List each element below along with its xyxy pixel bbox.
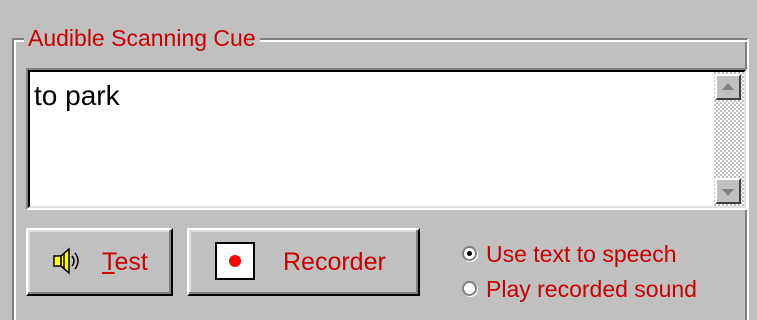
test-button-label: Test <box>102 248 148 277</box>
group-title: Audible Scanning Cue <box>24 22 260 54</box>
cue-text-area-inner: to park <box>28 70 746 208</box>
option-recorded-sound-label: Play recorded sound <box>486 276 697 302</box>
record-icon <box>215 242 255 280</box>
audible-scanning-cue-panel: Audible Scanning Cue to park Test Record… <box>0 0 757 320</box>
arrow-down-icon <box>722 189 734 196</box>
radio-selected-dot <box>467 251 472 256</box>
scroll-down-button[interactable] <box>715 178 741 204</box>
radio-recorded-sound[interactable] <box>462 281 477 296</box>
record-dot <box>229 255 241 267</box>
option-text-to-speech-label: Use text to speech <box>486 241 677 267</box>
radio-text-to-speech[interactable] <box>462 246 477 261</box>
test-button[interactable]: Test <box>26 228 173 296</box>
speaker-icon <box>53 247 79 275</box>
vertical-scrollbar[interactable] <box>714 72 744 206</box>
recorder-button[interactable]: Recorder <box>187 228 420 296</box>
test-label-rest: est <box>114 248 148 276</box>
test-accelerator: T <box>102 248 115 276</box>
cue-text-area[interactable]: to park <box>26 68 748 210</box>
arrow-up-icon <box>722 83 734 90</box>
recorder-button-label: Recorder <box>283 248 386 276</box>
scroll-up-button[interactable] <box>715 74 741 100</box>
cue-text-value: to park <box>34 80 120 111</box>
